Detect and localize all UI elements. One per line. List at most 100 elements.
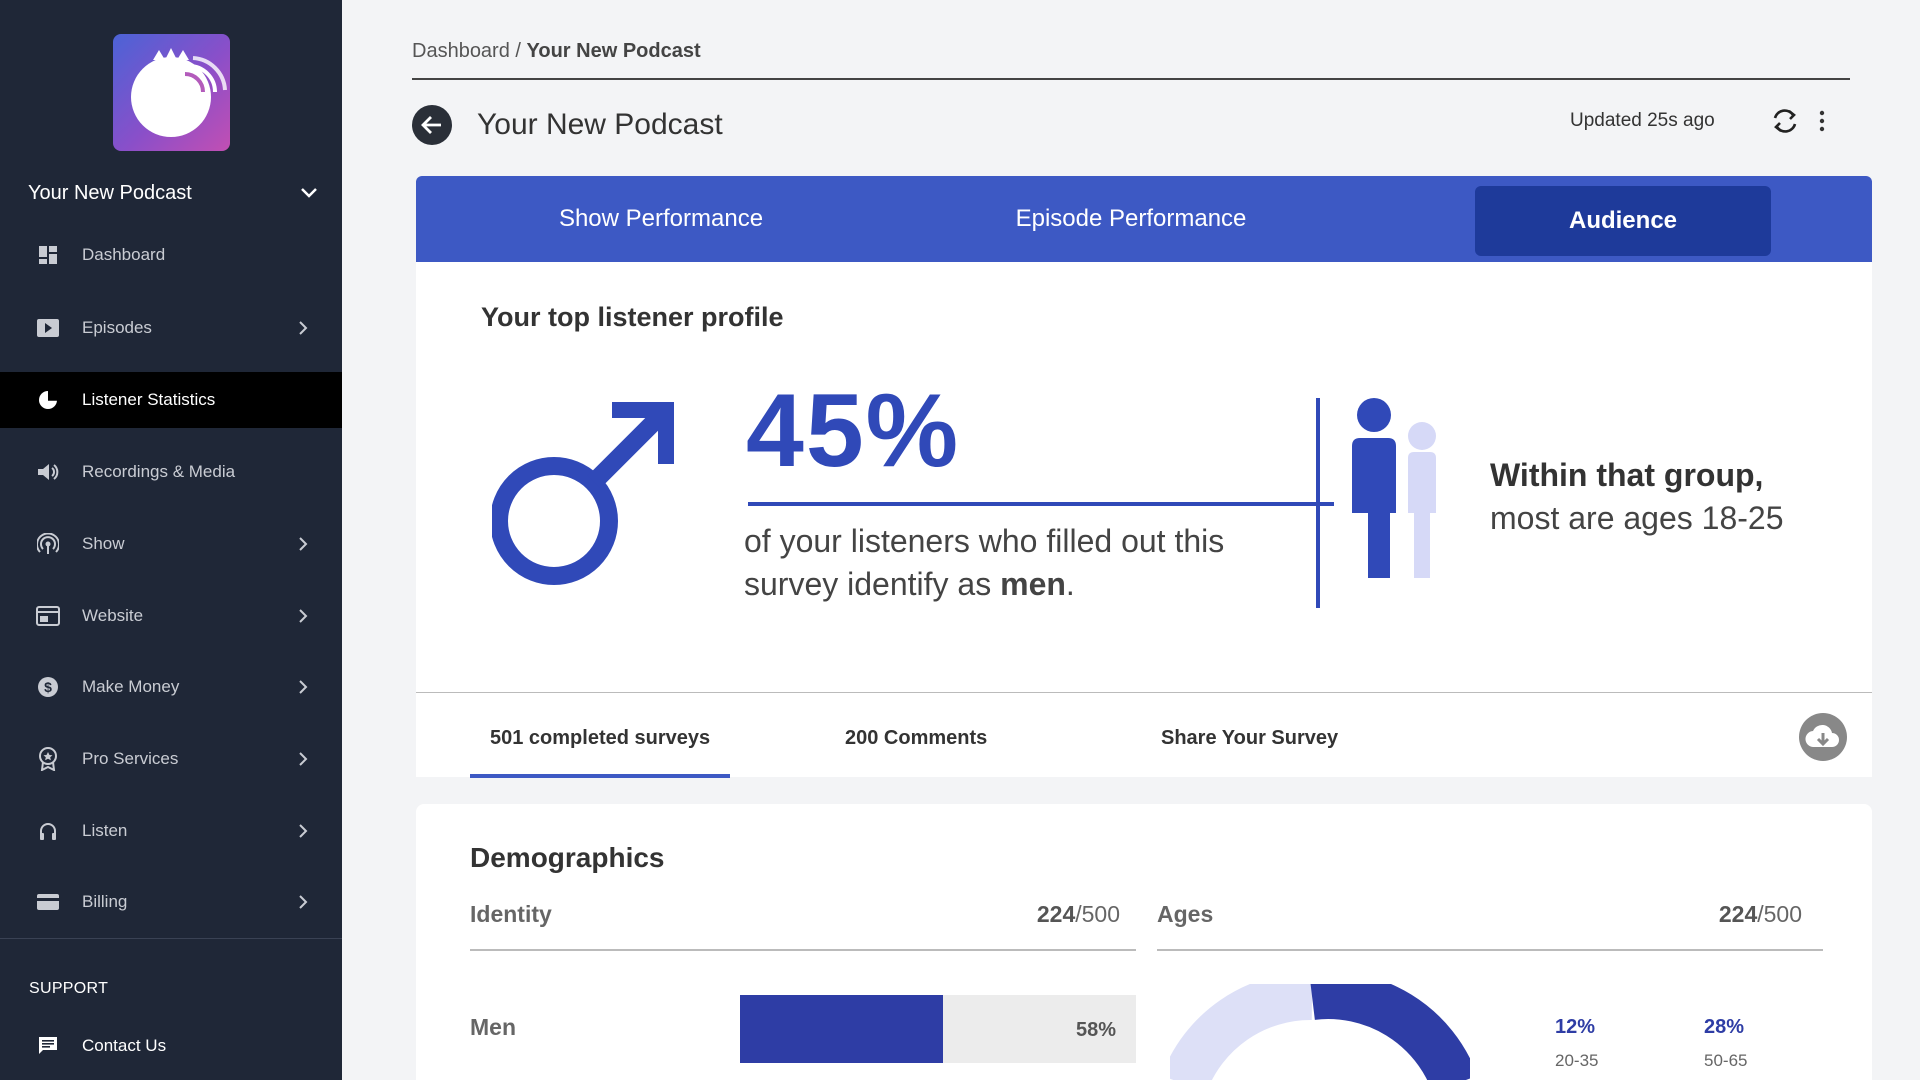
identity-bar-percent: 58%	[1075, 1019, 1116, 1041]
breadcrumb-current: Your New Podcast	[526, 40, 701, 62]
sidebar-item-show[interactable]: Show	[0, 516, 342, 572]
speaker-icon	[36, 460, 60, 484]
refresh-icon	[1773, 109, 1797, 133]
sidebar-item-label: Pro Services	[82, 749, 179, 768]
sidebar-item-label: Make Money	[82, 677, 180, 696]
breadcrumb-divider	[412, 78, 1850, 80]
male-symbol-icon	[492, 402, 674, 585]
sidebar-item-pro-services[interactable]: Pro Services	[0, 731, 342, 787]
tab-completed-surveys[interactable]: 501 completed surveys	[490, 727, 710, 750]
sidebar-item-make-money[interactable]: $ Make Money	[0, 659, 342, 715]
profile-description-emphasis: men	[1000, 566, 1066, 602]
identity-row-label: Men	[470, 1014, 516, 1040]
chevron-right-icon	[299, 537, 308, 551]
sidebar: Your New Podcast Dashboard Episodes List…	[0, 0, 342, 1080]
age-donut-chart	[1170, 984, 1470, 1080]
podcast-selector[interactable]: Your New Podcast	[28, 178, 318, 208]
sidebar-item-label: Recordings & Media	[82, 462, 236, 481]
website-icon	[36, 604, 60, 628]
sidebar-item-label: Contact Us	[82, 1036, 167, 1055]
tab-show-performance[interactable]: Show Performance	[506, 176, 816, 262]
svg-text:$: $	[44, 679, 52, 695]
age-group-summary-text: most are ages 18-25	[1490, 500, 1784, 536]
sidebar-item-dashboard[interactable]: Dashboard	[0, 227, 342, 283]
support-heading: SUPPORT	[29, 980, 109, 997]
sidebar-item-label: Show	[82, 534, 125, 553]
dashboard-icon	[36, 243, 60, 267]
chevron-right-icon	[299, 680, 308, 694]
profile-heading: Your top listener profile	[481, 302, 784, 332]
analytics-tabs: Show Performance Episode Performance Aud…	[416, 176, 1872, 262]
more-options-button[interactable]	[1814, 106, 1830, 136]
credit-card-icon	[36, 890, 60, 914]
pie-chart-icon	[36, 388, 60, 412]
top-profile-percentage: 45%	[746, 373, 961, 489]
ages-divider	[1157, 949, 1823, 951]
sidebar-item-label: Listen	[82, 821, 128, 840]
tab-episode-performance[interactable]: Episode Performance	[976, 176, 1286, 262]
sidebar-divider	[0, 938, 342, 939]
profile-description-suffix: .	[1065, 566, 1075, 602]
age-stat-20-35: 12% 20-35	[1555, 1016, 1598, 1071]
podcast-selector-label: Your New Podcast	[28, 181, 192, 204]
more-vertical-icon	[1819, 110, 1825, 132]
back-button[interactable]	[412, 105, 452, 145]
identity-bar-track: 58%	[740, 995, 1136, 1063]
headphones-icon	[36, 819, 60, 843]
chevron-right-icon	[299, 752, 308, 766]
chevron-right-icon	[299, 321, 308, 335]
sidebar-item-listen[interactable]: Listen	[0, 803, 342, 859]
chat-icon	[36, 1034, 60, 1058]
identity-count-total: /500	[1075, 901, 1120, 927]
demographics-title: Demographics	[470, 842, 665, 873]
ages-heading: Ages	[1157, 901, 1214, 927]
cloud-download-icon	[1805, 724, 1839, 748]
ages-count: 224/500	[1719, 901, 1802, 928]
tab-share-survey[interactable]: Share Your Survey	[1161, 727, 1338, 750]
broadcast-icon	[36, 532, 60, 556]
identity-bar-fill	[740, 995, 944, 1063]
page-title: Your New Podcast	[477, 108, 723, 141]
breadcrumb-root-link[interactable]: Dashboard	[412, 40, 510, 62]
percentage-underline	[748, 502, 1334, 506]
age-stat-value: 12%	[1555, 1016, 1596, 1038]
podcast-logo[interactable]	[113, 34, 230, 151]
donut-segment-secondary	[1170, 984, 1313, 1080]
dollar-icon: $	[36, 675, 60, 699]
updated-status: Updated 25s ago	[1570, 110, 1715, 131]
identity-count-value: 224	[1036, 901, 1076, 927]
age-stat-50-65: 28% 50-65	[1704, 1016, 1747, 1071]
tab-audience[interactable]: Audience	[1475, 186, 1771, 256]
award-icon	[36, 747, 60, 771]
active-subtab-indicator	[470, 774, 730, 778]
sidebar-item-label: Billing	[82, 892, 128, 911]
chevron-right-icon	[299, 895, 308, 909]
sidebar-item-episodes[interactable]: Episodes	[0, 300, 342, 356]
profile-description-text: of your listeners who filled out this su…	[744, 523, 1225, 602]
sidebar-item-website[interactable]: Website	[0, 588, 342, 644]
survey-subtabs: 501 completed surveys 200 Comments Share…	[416, 692, 1872, 778]
age-stat-label: 50-65	[1704, 1051, 1748, 1070]
age-group-summary: Within that group, most are ages 18-25	[1490, 454, 1784, 540]
sidebar-item-listener-statistics[interactable]: Listener Statistics	[0, 372, 342, 428]
tab-comments[interactable]: 200 Comments	[845, 727, 987, 750]
identity-divider	[470, 949, 1136, 951]
age-group-people-icon	[1352, 398, 1436, 578]
age-stat-label: 20-35	[1555, 1051, 1599, 1070]
profile-divider	[1316, 398, 1320, 608]
profile-description: of your listeners who filled out this su…	[744, 520, 1284, 606]
demographics-card: Demographics Identity 224/500 Ages 224/5…	[416, 804, 1872, 1080]
sidebar-item-recordings-media[interactable]: Recordings & Media	[0, 444, 342, 500]
sidebar-item-label: Listener Statistics	[82, 390, 216, 409]
sidebar-item-label: Episodes	[82, 318, 152, 337]
download-button[interactable]	[1799, 713, 1847, 761]
sidebar-item-contact-us[interactable]: Contact Us	[0, 1018, 342, 1074]
sidebar-item-billing[interactable]: Billing	[0, 874, 342, 930]
age-group-summary-lead: Within that group,	[1490, 457, 1764, 493]
play-icon	[36, 316, 60, 340]
chevron-down-icon	[301, 188, 317, 198]
refresh-button[interactable]	[1770, 106, 1800, 136]
age-stat-value: 28%	[1704, 1016, 1745, 1038]
sidebar-item-label: Dashboard	[82, 245, 166, 264]
pomegranate-icon	[131, 48, 227, 137]
